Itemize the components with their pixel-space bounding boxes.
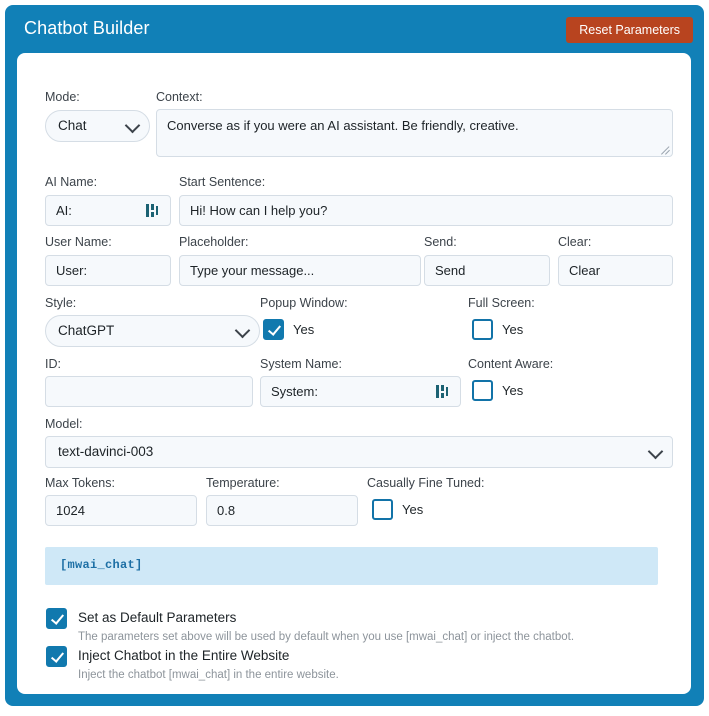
set-default-parameters-checkbox[interactable] [46,608,67,629]
user-name-label: User Name: [45,235,112,249]
set-default-parameters-title: Set as Default Parameters [78,610,237,625]
ai-name-input[interactable] [45,195,171,226]
send-label: Send: [424,235,457,249]
ai-name-label: AI Name: [45,175,98,189]
mode-label: Mode: [45,90,80,104]
chevron-down-icon [234,322,251,339]
context-textarea[interactable] [156,109,673,157]
system-name-input[interactable] [260,376,461,407]
panel-header: Chatbot Builder Reset Parameters [5,5,704,53]
style-label: Style: [45,296,77,310]
page-title: Chatbot Builder [24,18,150,38]
casually-fine-tuned-label: Casually Fine Tuned: [367,476,485,490]
content-aware-checkbox[interactable] [472,380,493,401]
max-tokens-label: Max Tokens: [45,476,115,490]
inject-chatbot-checkbox[interactable] [46,646,67,667]
context-wrap [156,109,673,157]
chevron-down-icon [124,117,141,134]
style-select-value: ChatGPT [58,323,115,338]
mode-select[interactable]: Chat [45,110,150,142]
clear-input[interactable] [558,255,673,286]
model-label: Model: [45,417,83,431]
model-select-value: text-davinci-003 [58,444,154,459]
popup-window-checkbox[interactable] [263,319,284,340]
shortcode-banner: [mwai_chat] [45,547,658,585]
casually-fine-tuned-checkbox[interactable] [372,499,393,520]
settings-card: Mode: Chat Context: AI Name: Start Sente… [17,53,691,694]
content-aware-label: Content Aware: [468,357,554,371]
full-screen-checkbox[interactable] [472,319,493,340]
chatbot-builder-panel: Chatbot Builder Reset Parameters Mode: C… [5,5,704,706]
full-screen-checkbox-label: Yes [502,322,524,337]
placeholder-label: Placeholder: [179,235,249,249]
full-screen-label: Full Screen: [468,296,535,310]
model-select[interactable]: text-davinci-003 [45,436,673,468]
temperature-label: Temperature: [206,476,280,490]
popup-window-checkbox-label: Yes [293,322,315,337]
reset-parameters-button[interactable]: Reset Parameters [566,17,693,43]
chevron-down-icon [647,443,664,460]
id-label: ID: [45,357,61,371]
send-input[interactable] [424,255,550,286]
shortcode-text[interactable]: [mwai_chat] [60,558,143,572]
max-tokens-input[interactable] [45,495,197,526]
clear-label: Clear: [558,235,592,249]
casually-fine-tuned-checkbox-label: Yes [402,502,424,517]
temperature-input[interactable] [206,495,358,526]
placeholder-input[interactable] [179,255,421,286]
mode-select-value: Chat [58,118,87,133]
style-select[interactable]: ChatGPT [45,315,260,347]
id-input[interactable] [45,376,253,407]
context-label: Context: [156,90,203,104]
set-default-parameters-description: The parameters set above will be used by… [78,631,575,643]
inject-chatbot-title: Inject Chatbot in the Entire Website [78,648,290,663]
system-name-label: System Name: [260,357,342,371]
start-sentence-input[interactable] [179,195,673,226]
start-sentence-label: Start Sentence: [179,175,266,189]
content-aware-checkbox-label: Yes [502,383,524,398]
popup-window-label: Popup Window: [260,296,348,310]
user-name-input[interactable] [45,255,171,286]
inject-chatbot-description: Inject the chatbot [mwai_chat] in the en… [78,669,339,681]
